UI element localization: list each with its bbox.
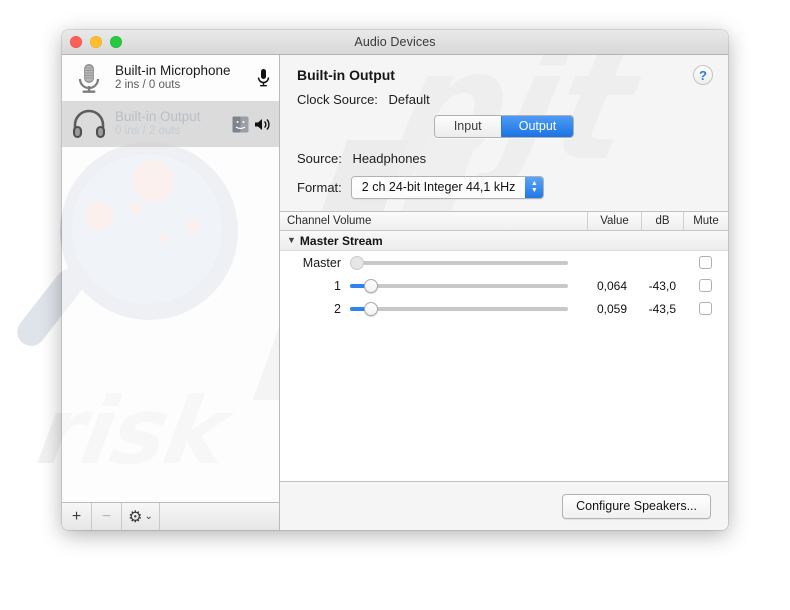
add-device-button[interactable]: + bbox=[62, 503, 92, 530]
format-label: Format: bbox=[297, 180, 342, 195]
channel-db: -43,0 bbox=[648, 278, 676, 293]
device-list-item-built-in-output[interactable]: Built-in Output 0 ins / 2 outs bbox=[62, 101, 279, 147]
window-titlebar: Audio Devices bbox=[62, 30, 728, 55]
mute-checkbox[interactable] bbox=[699, 302, 712, 315]
mute-checkbox[interactable] bbox=[699, 256, 712, 269]
help-button[interactable]: ? bbox=[693, 65, 713, 85]
table-row: 1 0,064 -43,0 bbox=[280, 274, 728, 297]
format-select[interactable]: 2 ch 24-bit Integer 44,1 kHz ▲ ▼ bbox=[350, 176, 545, 199]
channel-value: 0,059 bbox=[596, 301, 627, 316]
slider-thumb[interactable] bbox=[364, 301, 378, 316]
table-row: Master bbox=[280, 251, 728, 274]
table-row: 2 0,059 -43,5 bbox=[280, 297, 728, 320]
column-header-mute: Mute bbox=[683, 212, 728, 230]
configure-speakers-button[interactable]: Configure Speakers... bbox=[562, 493, 711, 519]
chevron-down-icon: ⌄ bbox=[144, 511, 153, 522]
speaker-default-output-icon bbox=[255, 118, 270, 130]
volume-slider-channel-2[interactable] bbox=[350, 301, 568, 317]
remove-device-button[interactable]: − bbox=[92, 503, 122, 530]
zoom-button[interactable] bbox=[110, 36, 122, 48]
slider-thumb[interactable] bbox=[364, 278, 378, 293]
microphone-icon bbox=[71, 60, 107, 96]
channel-value: 0,064 bbox=[596, 278, 627, 293]
device-channels: 2 ins / 0 outs bbox=[115, 79, 181, 92]
window-title: Audio Devices bbox=[354, 35, 436, 49]
device-info: Built-in Output 0 ins / 2 outs bbox=[115, 109, 224, 138]
screenshot-root: pjt risk .com Audio Devices bbox=[0, 0, 790, 610]
mute-cell bbox=[683, 256, 728, 269]
source-label: Source: bbox=[297, 151, 342, 166]
device-name: Built-in Microphone bbox=[115, 63, 231, 79]
mute-checkbox[interactable] bbox=[699, 279, 712, 292]
table-header-row: Channel Volume Value dB Mute bbox=[280, 212, 728, 231]
toolbar-filler bbox=[160, 503, 279, 530]
column-header-db: dB bbox=[641, 212, 683, 230]
column-header-channel-volume: Channel Volume bbox=[287, 215, 372, 227]
mute-cell bbox=[683, 279, 728, 292]
traffic-light-buttons bbox=[70, 36, 122, 48]
clock-source-value[interactable]: Default bbox=[389, 92, 430, 107]
slider-track bbox=[350, 283, 568, 288]
page-title: Built-in Output bbox=[297, 67, 395, 83]
tab-output[interactable]: Output bbox=[500, 116, 574, 137]
detail-footer: Configure Speakers... bbox=[280, 482, 728, 530]
tab-input[interactable]: Input bbox=[434, 116, 501, 137]
device-options-gear-button[interactable]: ⚙ ⌄ bbox=[122, 503, 160, 530]
device-channels: 0 ins / 2 outs bbox=[115, 125, 181, 138]
format-value: 2 ch 24-bit Integer 44,1 kHz bbox=[351, 177, 526, 198]
detail-header: Built-in Output ? Clock Source: Default bbox=[280, 55, 728, 107]
channel-db: -43,5 bbox=[648, 301, 676, 316]
device-badges bbox=[256, 68, 271, 88]
gear-icon: ⚙ bbox=[128, 508, 143, 526]
slider-track bbox=[350, 260, 568, 265]
headphones-icon bbox=[71, 106, 107, 142]
input-output-tabs: Input Output bbox=[280, 115, 728, 138]
channel-label: 2 bbox=[334, 301, 341, 316]
device-list: Built-in Microphone 2 ins / 0 outs Built… bbox=[62, 55, 279, 502]
group-row-master-stream[interactable]: ▼ Master Stream bbox=[280, 231, 728, 251]
disclosure-triangle-icon[interactable]: ▼ bbox=[287, 236, 296, 245]
stepper-icon[interactable]: ▲ ▼ bbox=[525, 177, 544, 198]
volume-slider-master[interactable] bbox=[350, 255, 568, 271]
sidebar-toolbar: + − ⚙ ⌄ bbox=[62, 502, 279, 530]
device-info: Built-in Microphone 2 ins / 0 outs bbox=[115, 63, 248, 92]
clock-source-label: Clock Source: bbox=[297, 92, 378, 107]
slider-track bbox=[350, 306, 568, 311]
slider-thumb[interactable] bbox=[350, 255, 364, 270]
channel-label: Master bbox=[302, 255, 341, 270]
device-sidebar: Built-in Microphone 2 ins / 0 outs Built… bbox=[62, 55, 280, 530]
volume-slider-channel-1[interactable] bbox=[350, 278, 568, 294]
close-button[interactable] bbox=[70, 36, 82, 48]
format-row: Format: 2 ch 24-bit Integer 44,1 kHz ▲ ▼ bbox=[297, 176, 728, 199]
finder-sound-effects-icon bbox=[232, 116, 249, 132]
group-label: Master Stream bbox=[299, 233, 383, 248]
channel-label: 1 bbox=[334, 278, 341, 293]
stepper-down-icon: ▼ bbox=[530, 187, 538, 194]
device-list-item-built-in-microphone[interactable]: Built-in Microphone 2 ins / 0 outs bbox=[62, 55, 279, 101]
source-value: Headphones bbox=[352, 151, 427, 166]
source-row: Source: Headphones bbox=[297, 151, 728, 166]
audio-devices-window: Audio Devices Built-in Microphone 2 ins … bbox=[62, 30, 728, 530]
channel-volume-table: Channel Volume Value dB Mute ▼ Master St… bbox=[280, 211, 728, 482]
column-header-value: Value bbox=[587, 212, 641, 230]
clock-source-row: Clock Source: Default bbox=[297, 92, 712, 107]
mute-cell bbox=[683, 302, 728, 315]
device-name: Built-in Output bbox=[115, 109, 201, 125]
microphone-default-input-icon bbox=[257, 69, 270, 87]
device-detail-panel: Built-in Output ? Clock Source: Default … bbox=[280, 55, 728, 530]
device-badges bbox=[232, 116, 271, 133]
minimize-button[interactable] bbox=[90, 36, 102, 48]
